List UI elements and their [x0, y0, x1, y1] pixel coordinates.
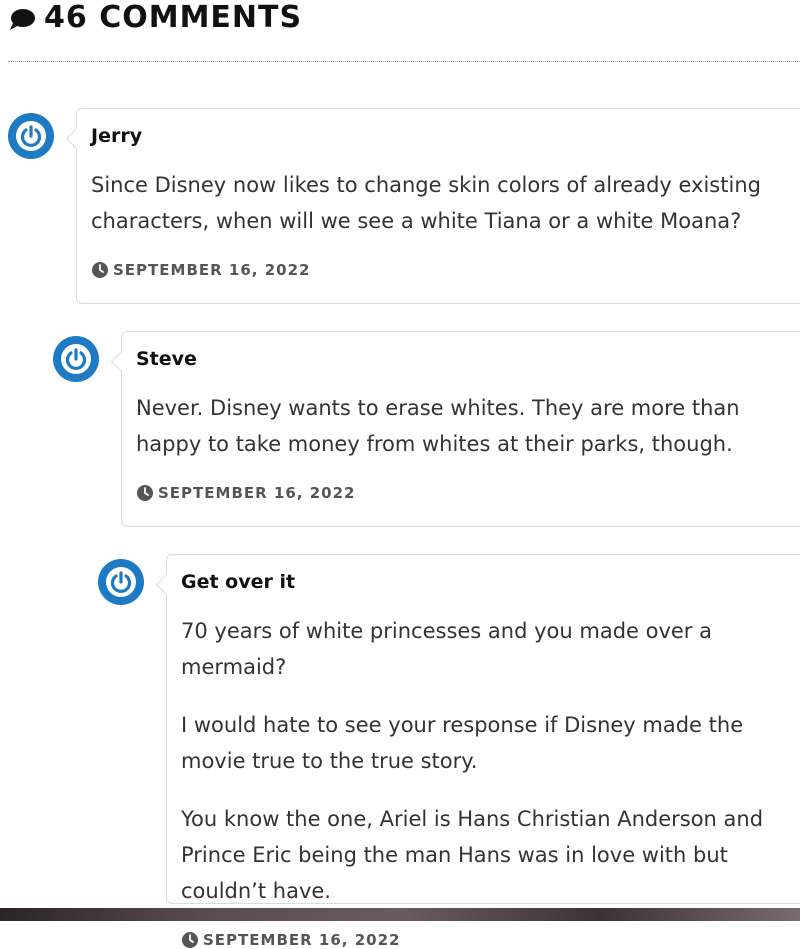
power-icon: [106, 567, 136, 597]
comment-text: Since Disney now likes to change skin co…: [91, 173, 761, 233]
comment-text: 70 years of white princesses and you mad…: [181, 619, 712, 679]
comment-item: Steve Never. Disney wants to erase white…: [53, 331, 800, 527]
comment-item: Get over it 70 years of white princesses…: [98, 554, 800, 949]
avatar[interactable]: [53, 336, 99, 382]
comment-date-text: SEPTEMBER 16, 2022: [158, 484, 356, 502]
comment-date[interactable]: SEPTEMBER 16, 2022: [136, 484, 797, 502]
comment-date-text: SEPTEMBER 16, 2022: [113, 261, 311, 279]
comment-text: I would hate to see your response if Dis…: [181, 713, 744, 773]
comment-box: Steve Never. Disney wants to erase white…: [121, 331, 800, 527]
comment-text: You know the one, Ariel is Hans Christia…: [181, 807, 764, 903]
comment-date[interactable]: SEPTEMBER 16, 2022: [181, 931, 797, 949]
speech-bubble-icon: [10, 9, 35, 30]
photo-edge: [0, 908, 800, 921]
clock-icon: [182, 932, 198, 948]
comment-author[interactable]: Steve: [136, 348, 797, 370]
clock-icon: [92, 262, 108, 278]
power-icon: [61, 344, 91, 374]
power-icon: [16, 121, 46, 151]
comment-text: Never. Disney wants to erase whites. The…: [136, 396, 740, 456]
comments-header: 46 COMMENTS: [8, 0, 303, 35]
comment-date-text: SEPTEMBER 16, 2022: [203, 931, 401, 949]
header-divider: [8, 61, 800, 62]
clock-icon: [137, 485, 153, 501]
comment-date[interactable]: SEPTEMBER 16, 2022: [91, 261, 797, 279]
avatar[interactable]: [98, 559, 144, 605]
comment-author[interactable]: Jerry: [91, 125, 797, 147]
avatar[interactable]: [8, 113, 54, 159]
comment-item: Jerry Since Disney now likes to change s…: [8, 108, 800, 304]
comment-author[interactable]: Get over it: [181, 571, 797, 593]
comments-count-title: 46 COMMENTS: [44, 0, 303, 35]
comment-box: Jerry Since Disney now likes to change s…: [76, 108, 800, 304]
comment-box: Get over it 70 years of white princesses…: [166, 554, 800, 949]
